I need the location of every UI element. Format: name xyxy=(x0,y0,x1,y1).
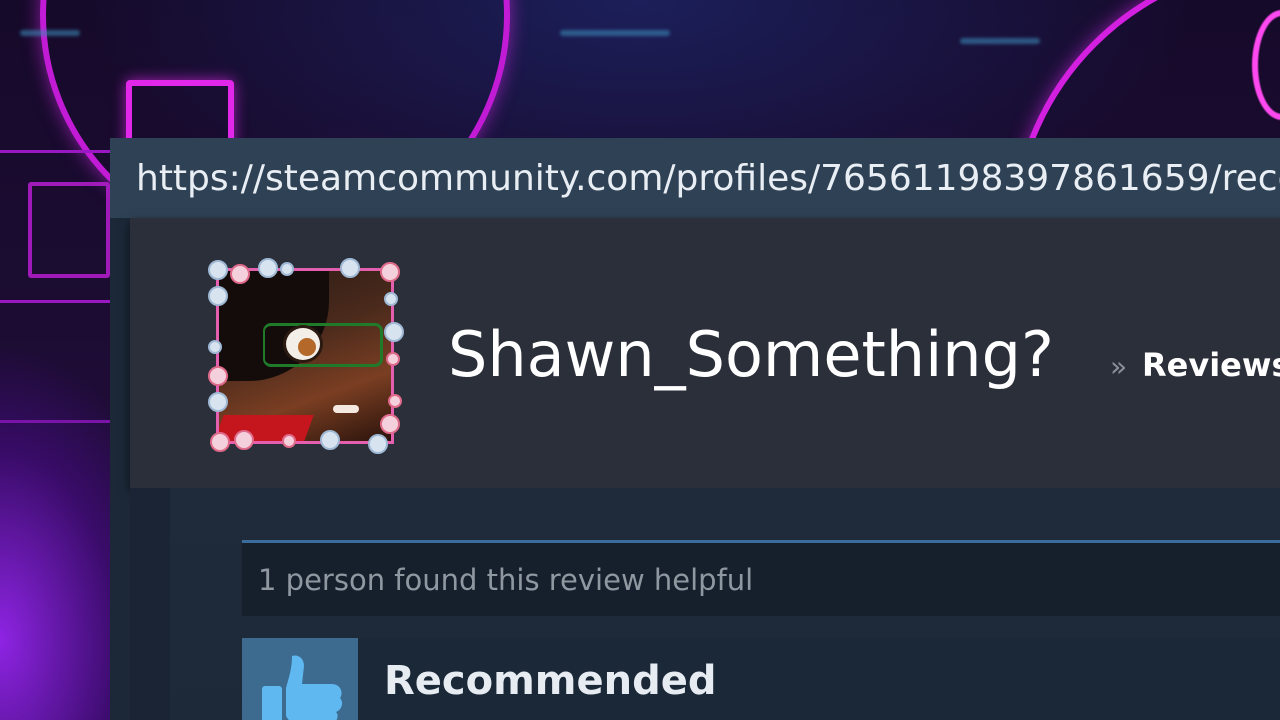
thumbs-up-icon xyxy=(242,638,358,720)
avatar-mouth xyxy=(333,405,359,413)
avatar-frame-bubble xyxy=(208,366,228,386)
avatar-frame-bubble xyxy=(384,322,404,342)
neon-line-decoration xyxy=(0,420,110,423)
avatar-iris xyxy=(298,338,316,356)
review-recommendation-header[interactable]: Recommended xyxy=(242,638,1280,720)
avatar-frame-bubble xyxy=(210,432,230,452)
light-dot-decoration xyxy=(960,38,1040,44)
avatar-frame-bubble xyxy=(208,260,228,280)
profile-header: Shawn_Something? » Reviews xyxy=(130,218,1280,488)
steam-profile-page: Shawn_Something? » Reviews 1 person foun… xyxy=(110,218,1280,720)
review-content: 1 person found this review helpful Recom… xyxy=(170,488,1280,720)
avatar-frame-bubble xyxy=(368,434,388,454)
breadcrumb-reviews-link[interactable]: Reviews xyxy=(1142,346,1280,384)
neon-rect-decoration xyxy=(28,182,110,278)
breadcrumb-separator: » xyxy=(1110,350,1128,383)
avatar-frame-bubble xyxy=(208,392,228,412)
avatar-frame-bubble xyxy=(280,262,294,276)
avatar-frame-bubble xyxy=(380,262,400,282)
helpful-text: 1 person found this review helpful xyxy=(258,562,754,597)
browser-window: https://steamcommunity.com/profiles/7656… xyxy=(110,138,1280,720)
light-dot-decoration xyxy=(560,30,670,36)
avatar-eye xyxy=(283,325,323,363)
avatar-collar xyxy=(219,415,314,441)
avatar-frame-bubble xyxy=(340,258,360,278)
avatar-frame-bubble xyxy=(208,286,228,306)
url-bar[interactable]: https://steamcommunity.com/profiles/7656… xyxy=(110,138,1280,218)
thumbs-up-icon-svg xyxy=(262,655,343,720)
avatar-image xyxy=(216,268,394,444)
neon-line-decoration xyxy=(0,300,110,303)
avatar-frame-bubble xyxy=(320,430,340,450)
avatar-frame-bubble xyxy=(234,430,254,450)
avatar-frame-bubble xyxy=(258,258,278,278)
helpful-count-bar: 1 person found this review helpful xyxy=(242,540,1280,616)
avatar-frame-bubble xyxy=(380,414,400,434)
avatar-frame-bubble xyxy=(388,394,402,408)
stage: https://steamcommunity.com/profiles/7656… xyxy=(0,0,1280,720)
avatar-frame-bubble xyxy=(208,340,222,354)
avatar-frame-bubble xyxy=(230,264,250,284)
left-strip xyxy=(130,488,170,720)
avatar[interactable] xyxy=(208,258,404,454)
avatar-glasses xyxy=(263,323,383,367)
avatar-frame-bubble xyxy=(384,292,398,306)
profile-name[interactable]: Shawn_Something? xyxy=(448,318,1054,391)
light-dot-decoration xyxy=(20,30,80,36)
recommended-label: Recommended xyxy=(384,658,717,704)
url-text: https://steamcommunity.com/profiles/7656… xyxy=(136,157,1280,199)
avatar-frame-bubble xyxy=(282,434,296,448)
avatar-frame-bubble xyxy=(386,352,400,366)
